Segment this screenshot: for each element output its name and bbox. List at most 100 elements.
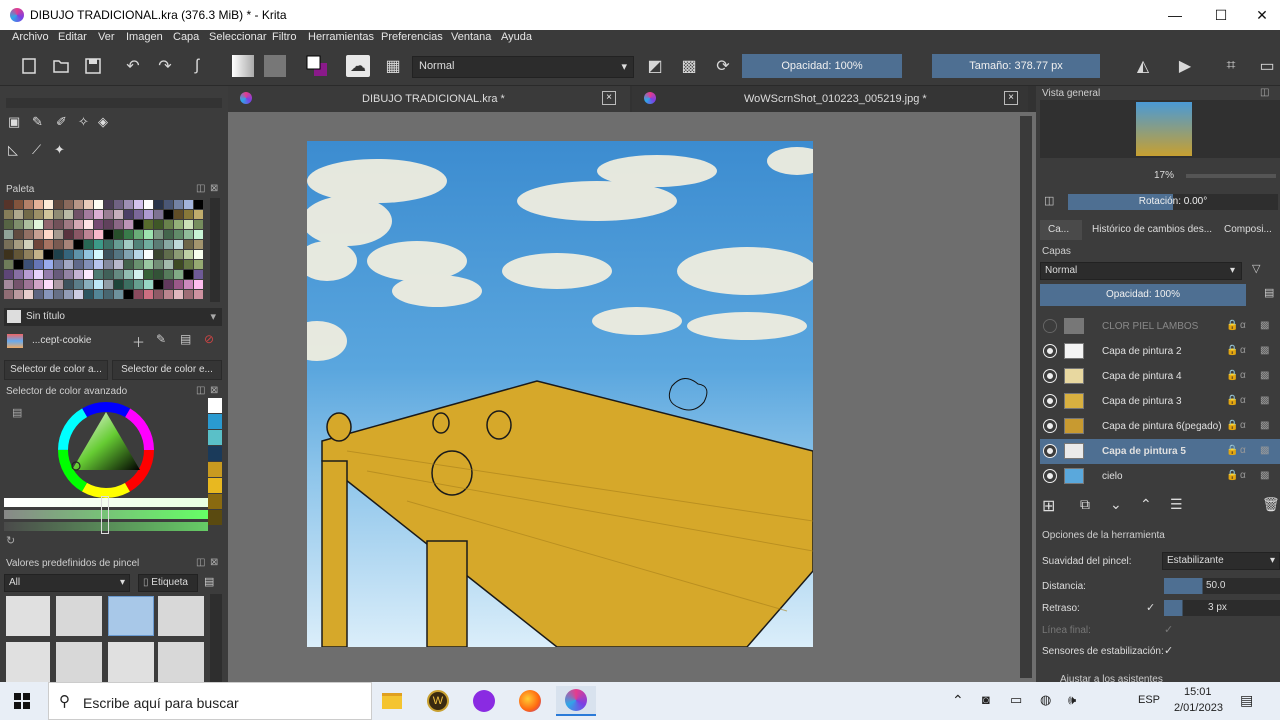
alpha-lock-icon[interactable]: ▩ bbox=[676, 52, 702, 80]
palette-swatch[interactable] bbox=[74, 220, 83, 229]
palette-swatch[interactable] bbox=[74, 270, 83, 279]
palette-swatch[interactable] bbox=[94, 270, 103, 279]
palette-swatch[interactable] bbox=[34, 230, 43, 239]
wow-icon[interactable]: W bbox=[418, 686, 458, 716]
palette-swatch[interactable] bbox=[64, 240, 73, 249]
selector-settings-icon[interactable]: ▤ bbox=[12, 406, 22, 419]
palette-swatch[interactable] bbox=[174, 270, 183, 279]
palette-swatch[interactable] bbox=[184, 290, 193, 299]
finish-line-checkbox[interactable]: ✓ bbox=[1164, 623, 1173, 636]
delay-checkbox[interactable]: ✓ bbox=[1146, 601, 1155, 614]
save-icon[interactable] bbox=[80, 52, 106, 80]
palette-swatch[interactable] bbox=[84, 220, 93, 229]
color-history-swatch[interactable] bbox=[208, 510, 222, 525]
network-icon[interactable]: ◍ bbox=[1040, 692, 1051, 708]
alpha-inherit-icon[interactable]: α bbox=[1240, 470, 1246, 481]
palette-swatch[interactable] bbox=[64, 210, 73, 219]
tab-compositions[interactable]: Composi... bbox=[1218, 220, 1280, 240]
close-tab-button[interactable]: × bbox=[602, 91, 616, 105]
painting-canvas[interactable] bbox=[307, 141, 813, 647]
palette-swatch[interactable] bbox=[114, 280, 123, 289]
brush-presets-scrollbar[interactable] bbox=[210, 594, 222, 682]
palette-swatch[interactable] bbox=[44, 260, 53, 269]
crop-icon[interactable]: ⌗ bbox=[1218, 52, 1244, 80]
alpha-lock-icon[interactable]: ▩ bbox=[1260, 395, 1269, 406]
menu-capa[interactable]: Capa bbox=[173, 31, 199, 43]
palette-swatch[interactable] bbox=[44, 230, 53, 239]
palette-swatch[interactable] bbox=[194, 210, 203, 219]
new-document-icon[interactable] bbox=[16, 52, 42, 80]
blend-mode-dropdown[interactable]: Normal ▾ bbox=[412, 56, 634, 78]
palette-swatch[interactable] bbox=[104, 270, 113, 279]
palette-swatch[interactable] bbox=[174, 280, 183, 289]
palette-swatch[interactable] bbox=[14, 270, 23, 279]
palette-swatch[interactable] bbox=[174, 290, 183, 299]
color-picker-icon[interactable]: ✎ bbox=[32, 114, 43, 130]
palette-swatch[interactable] bbox=[104, 250, 113, 259]
palette-swatch[interactable] bbox=[14, 250, 23, 259]
brush-preset-3[interactable] bbox=[108, 596, 154, 636]
palette-swatch[interactable] bbox=[14, 210, 23, 219]
palette-swatch[interactable] bbox=[144, 280, 153, 289]
close-panel-icon[interactable]: ⊠ bbox=[210, 557, 218, 568]
mirror-view-icon[interactable]: ◫ bbox=[1044, 194, 1054, 207]
palette-swatch[interactable] bbox=[64, 260, 73, 269]
close-tab-button[interactable]: × bbox=[1004, 91, 1018, 105]
brush-preset-8[interactable] bbox=[158, 642, 204, 682]
duplicate-layer-icon[interactable]: ⧉ bbox=[1080, 496, 1090, 513]
color-history-swatch[interactable] bbox=[208, 478, 222, 493]
palette-swatch[interactable] bbox=[134, 220, 143, 229]
palette-swatch[interactable] bbox=[24, 240, 33, 249]
palette-swatch[interactable] bbox=[94, 250, 103, 259]
palette-swatch[interactable] bbox=[84, 250, 93, 259]
palette-swatch[interactable] bbox=[104, 280, 113, 289]
palette-swatch[interactable] bbox=[14, 290, 23, 299]
palette-swatch[interactable] bbox=[164, 240, 173, 249]
menu-preferencias[interactable]: Preferencias bbox=[381, 31, 443, 43]
float-panel-icon[interactable]: ◫ bbox=[196, 385, 205, 396]
palette-swatch[interactable] bbox=[74, 290, 83, 299]
palette-swatch[interactable] bbox=[24, 270, 33, 279]
palette-swatch[interactable] bbox=[104, 220, 113, 229]
battery-icon[interactable]: ▭ bbox=[1010, 692, 1022, 708]
palette-swatch[interactable] bbox=[154, 210, 163, 219]
brush-preset-7[interactable] bbox=[108, 642, 154, 682]
file-explorer-icon[interactable] bbox=[372, 686, 412, 716]
fill-bucket-icon[interactable]: ◈ bbox=[98, 114, 108, 130]
palette-swatch[interactable] bbox=[154, 270, 163, 279]
tab-wow-screenshot[interactable]: WoWScrnShot_010223_005219.jpg * × bbox=[632, 86, 1028, 112]
lock-icon[interactable]: 🔒 bbox=[1226, 420, 1238, 431]
close-panel-icon[interactable]: ⊠ bbox=[210, 183, 218, 194]
fill-gradient-button[interactable] bbox=[230, 52, 256, 80]
palette-swatch[interactable] bbox=[54, 250, 63, 259]
palette-swatch[interactable] bbox=[54, 260, 63, 269]
palette-swatch[interactable] bbox=[104, 260, 113, 269]
palette-swatch[interactable] bbox=[14, 200, 23, 209]
float-panel-icon[interactable]: ◫ bbox=[196, 183, 205, 194]
brush-preset-6[interactable] bbox=[56, 642, 102, 682]
close-window-button[interactable]: ✕ bbox=[1244, 0, 1280, 30]
palette-swatch[interactable] bbox=[94, 290, 103, 299]
assistant-tool-icon[interactable]: ⟋ bbox=[32, 142, 41, 158]
lock-icon[interactable]: 🔒 bbox=[1226, 320, 1238, 331]
brush-preset-icon[interactable]: ☁ bbox=[344, 52, 372, 80]
menu-filtro[interactable]: Filtro bbox=[272, 31, 296, 43]
color-history-strip[interactable] bbox=[208, 398, 222, 548]
add-swatch-icon[interactable]: ＋ bbox=[132, 332, 145, 351]
lock-icon[interactable]: 🔒 bbox=[1226, 395, 1238, 406]
palette-swatch[interactable] bbox=[124, 260, 133, 269]
refresh-icon[interactable]: ↻ bbox=[6, 534, 15, 547]
palette-swatch[interactable] bbox=[84, 270, 93, 279]
reference-tool-icon[interactable]: ✦ bbox=[54, 142, 65, 158]
palette-swatch[interactable] bbox=[54, 240, 63, 249]
palette-swatch[interactable] bbox=[14, 220, 23, 229]
close-panel-icon[interactable]: ⊠ bbox=[210, 385, 218, 396]
palette-swatch[interactable] bbox=[74, 280, 83, 289]
menu-archivo[interactable]: Archivo bbox=[12, 31, 49, 43]
krita-taskbar-icon[interactable] bbox=[556, 686, 596, 716]
palette-swatch[interactable] bbox=[104, 230, 113, 239]
palette-swatch[interactable] bbox=[124, 290, 133, 299]
move-layer-up-icon[interactable]: ⌃ bbox=[1140, 496, 1152, 513]
brush-filter-dropdown[interactable]: All ▾ bbox=[4, 574, 130, 592]
palette-swatch[interactable] bbox=[144, 210, 153, 219]
